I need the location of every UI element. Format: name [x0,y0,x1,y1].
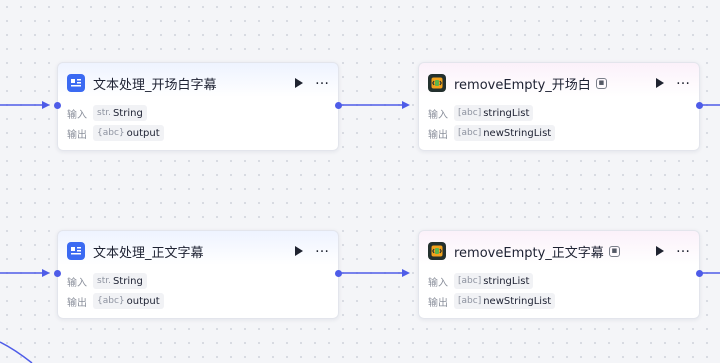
output-label: 输出 [428,297,448,309]
output-type: [abc] [458,296,482,306]
more-icon[interactable]: … [315,241,330,255]
node-title: 文本处理_正文字幕 [93,245,204,261]
output-label: 输出 [67,129,87,141]
node-text-processing-body[interactable]: 文本处理_正文字幕 … 输入 str. String 输出 {abc} outp… [54,230,342,319]
code-icon [428,242,446,260]
output-label: 输出 [428,129,448,141]
input-name: String [112,275,143,287]
more-icon[interactable]: … [315,73,330,87]
input-name: stringList [483,275,530,287]
input-chip: str. String [93,273,147,289]
input-label: 输入 [67,109,87,121]
code-icon [428,74,446,92]
node-remove-empty-body[interactable]: removeEmpty_正文字幕 ▪ … 输入 [abc] stringList… [418,230,703,319]
input-row: 输入 [abc] stringList [428,273,534,289]
input-row: 输入 [abc] stringList [428,105,534,121]
node-title: removeEmpty_正文字幕 [454,245,604,261]
input-port[interactable] [54,102,61,109]
input-type: str. [97,108,111,118]
output-port[interactable] [696,102,703,109]
arrowhead-code2 [402,269,410,277]
node-actions: … [295,73,330,88]
robot-icon: ▪ [595,77,607,89]
input-row: 输入 str. String [67,273,147,289]
node-actions: … [656,241,691,256]
node-header: removeEmpty_开场白 ▪ … [428,73,691,93]
node-actions: … [295,241,330,256]
output-chip: {abc} output [93,125,164,141]
output-port[interactable] [335,102,342,109]
output-type: {abc} [97,296,125,306]
output-name: newStringList [483,295,552,307]
input-chip: str. String [93,105,147,121]
arrowhead-text2 [42,269,50,277]
output-row: 输出 [abc] newStringList [428,293,556,309]
more-icon[interactable]: … [676,73,691,87]
output-port[interactable] [335,270,342,277]
input-chip: [abc] stringList [454,105,534,121]
more-icon[interactable]: … [676,241,691,255]
edge-lower-curve [0,341,33,363]
input-type: str. [97,276,111,286]
play-icon[interactable] [656,78,664,88]
text-processing-icon [67,242,85,260]
play-icon[interactable] [295,246,303,256]
arrowhead-text1 [42,101,50,109]
output-name: newStringList [483,127,552,139]
node-title: 文本处理_开场白字幕 [93,77,217,93]
node-remove-empty-opening[interactable]: removeEmpty_开场白 ▪ … 输入 [abc] stringList … [418,62,703,151]
output-chip: [abc] newStringList [454,293,556,309]
input-chip: [abc] stringList [454,273,534,289]
node-title: removeEmpty_开场白 [454,77,591,93]
robot-icon: ▪ [608,245,620,257]
node-actions: … [656,73,691,88]
output-label: 输出 [67,297,87,309]
input-port[interactable] [54,270,61,277]
arrowhead-code1 [402,101,410,109]
output-row: 输出 [abc] newStringList [428,125,556,141]
output-name: output [126,127,160,139]
node-header: 文本处理_正文字幕 … [67,241,330,261]
output-chip: [abc] newStringList [454,125,556,141]
input-label: 输入 [428,277,448,289]
input-label: 输入 [67,277,87,289]
output-chip: {abc} output [93,293,164,309]
input-name: String [112,107,143,119]
input-type: [abc] [458,276,482,286]
node-header: 文本处理_开场白字幕 … [67,73,330,93]
output-type: {abc} [97,128,125,138]
node-text-processing-opening[interactable]: 文本处理_开场白字幕 … 输入 str. String 输出 {abc} out… [54,62,342,151]
input-type: [abc] [458,108,482,118]
output-row: 输出 {abc} output [67,125,164,141]
output-name: output [126,295,160,307]
play-icon[interactable] [656,246,664,256]
input-row: 输入 str. String [67,105,147,121]
output-port[interactable] [696,270,703,277]
input-name: stringList [483,107,530,119]
output-row: 输出 {abc} output [67,293,164,309]
node-header: removeEmpty_正文字幕 ▪ … [428,241,691,261]
output-type: [abc] [458,128,482,138]
input-label: 输入 [428,109,448,121]
play-icon[interactable] [295,78,303,88]
text-processing-icon [67,74,85,92]
